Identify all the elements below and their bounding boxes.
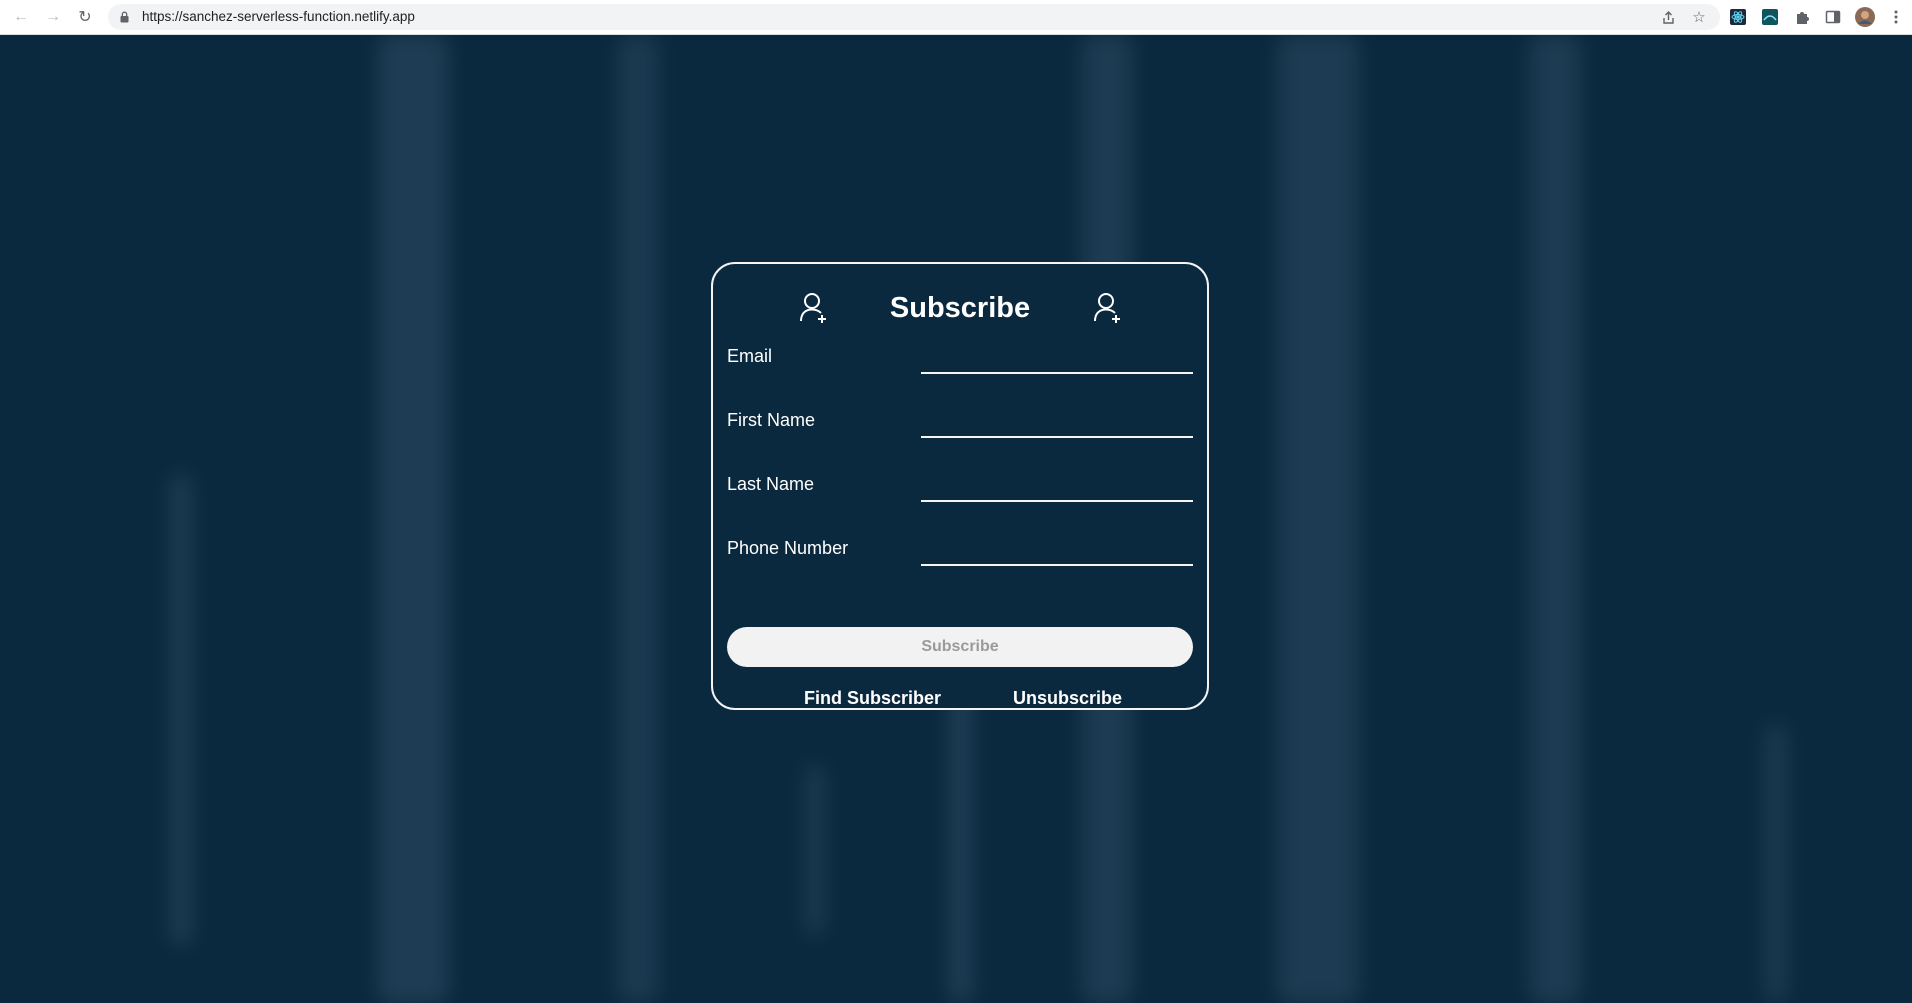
browser-toolbar: ← → ↻ https://sanchez-serverless-functio… — [0, 0, 1912, 35]
phone-number-field[interactable] — [921, 530, 1193, 566]
phone-number-label: Phone Number — [727, 538, 849, 558]
forward-arrow-icon[interactable]: → — [41, 5, 65, 29]
light-streak — [618, 35, 658, 1003]
email-field[interactable] — [921, 338, 1193, 374]
subscribe-card: Subscribe Email First Name Last Name Pho… — [711, 262, 1209, 710]
last-name-label: Last Name — [727, 474, 815, 494]
star-icon[interactable]: ☆ — [1690, 8, 1708, 26]
first-name-row: First Name — [727, 402, 1193, 442]
light-streak — [1278, 35, 1358, 1003]
last-name-field[interactable] — [921, 466, 1193, 502]
side-panel-icon[interactable] — [1823, 7, 1843, 27]
light-streak — [1767, 725, 1785, 1003]
kebab-menu-icon[interactable] — [1886, 7, 1906, 27]
phone-number-row: Phone Number — [727, 530, 1193, 570]
light-streak — [807, 765, 823, 935]
extension-app-icon[interactable] — [1760, 7, 1780, 27]
url-text[interactable]: https://sanchez-serverless-function.netl… — [142, 9, 415, 24]
light-streak — [1530, 35, 1580, 1003]
find-subscriber-link[interactable]: Find Subscriber — [804, 688, 941, 709]
avatar[interactable] — [1855, 7, 1875, 27]
first-name-field[interactable] — [921, 402, 1193, 438]
email-row: Email — [727, 338, 1193, 378]
last-name-row: Last Name — [727, 466, 1193, 506]
unsubscribe-link[interactable]: Unsubscribe — [1013, 688, 1122, 709]
light-streak — [378, 35, 448, 1003]
lock-icon — [120, 11, 129, 23]
extension-react-icon[interactable] — [1728, 7, 1748, 27]
puzzle-icon[interactable] — [1792, 7, 1812, 27]
add-user-icon — [1094, 293, 1120, 323]
form-title: Subscribe — [889, 292, 1031, 324]
light-streak — [172, 475, 190, 945]
back-arrow-icon[interactable]: ← — [9, 5, 33, 29]
card-header: Subscribe — [713, 286, 1207, 330]
reload-icon[interactable]: ↻ — [73, 5, 97, 29]
share-icon[interactable] — [1659, 8, 1677, 26]
address-bar[interactable]: https://sanchez-serverless-function.netl… — [108, 4, 1720, 30]
subscribe-button[interactable]: Subscribe — [727, 627, 1193, 667]
email-label: Email — [727, 346, 773, 366]
first-name-label: First Name — [727, 410, 816, 430]
